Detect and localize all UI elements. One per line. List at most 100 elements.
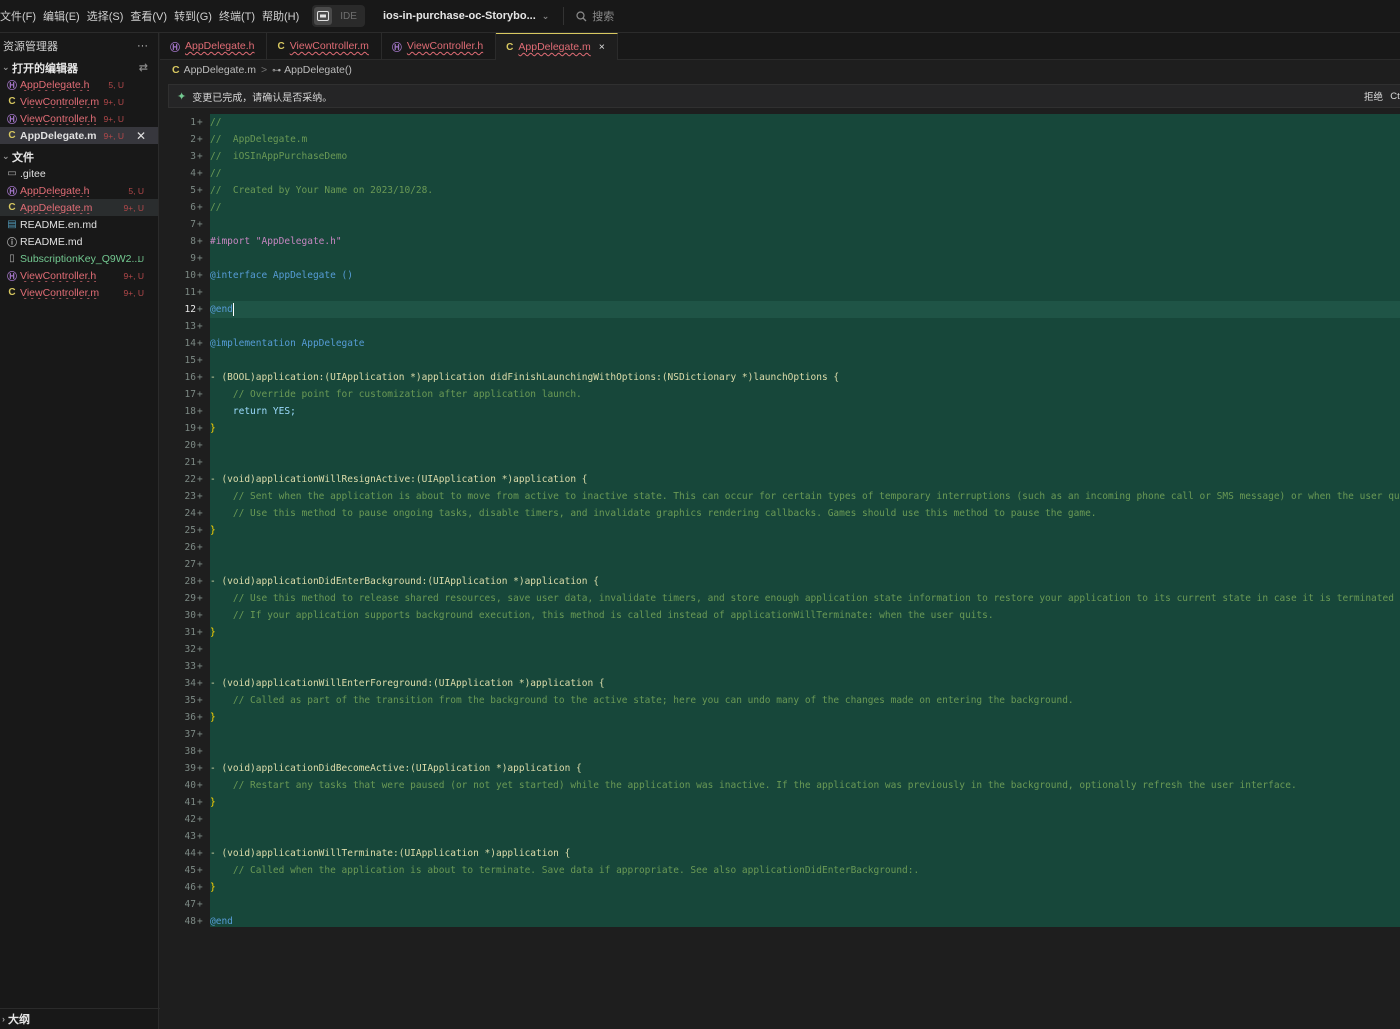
ide-mode-label[interactable]: IDE bbox=[334, 11, 365, 22]
code-line[interactable]: 10 + @interface AppDelegate () bbox=[160, 267, 1400, 284]
editor-mode-icon[interactable] bbox=[314, 7, 333, 25]
file-readme-en-md[interactable]: ▤ README.en.md bbox=[0, 216, 158, 233]
c-file-icon: C bbox=[172, 64, 180, 76]
tab-appdelegate-m[interactable]: C AppDelegate.m × bbox=[496, 33, 618, 60]
menu-terminal[interactable]: 终端(T) bbox=[219, 8, 262, 24]
diff-added-marker: + bbox=[197, 372, 203, 383]
project-switcher[interactable]: ios-in-purchase-oc-Storybo... ⌄ bbox=[383, 10, 549, 22]
code-text: } bbox=[210, 423, 216, 434]
code-line[interactable]: 17 + // Override point for customization … bbox=[160, 386, 1400, 403]
code-line[interactable]: 2 + // AppDelegate.m bbox=[160, 131, 1400, 148]
files-section[interactable]: ⌄ 文件 bbox=[0, 148, 158, 165]
file-appdelegate-h[interactable]: Ⓗ AppDelegate.h 5, U bbox=[0, 182, 158, 199]
tab-viewcontroller-h[interactable]: Ⓗ ViewController.h bbox=[382, 33, 497, 59]
code-line[interactable]: 21 + bbox=[160, 454, 1400, 471]
code-line[interactable]: 41 +} bbox=[160, 794, 1400, 811]
folder-gitee[interactable]: ▭ .gitee bbox=[0, 165, 158, 182]
menu-edit[interactable]: 编辑(E) bbox=[43, 8, 87, 24]
close-icon[interactable]: ✕ bbox=[136, 129, 146, 143]
menu-help[interactable]: 帮助(H) bbox=[262, 8, 306, 24]
file-readme-md[interactable]: ⓘ README.md bbox=[0, 233, 158, 250]
diff-added-marker: + bbox=[197, 219, 203, 230]
accept-button[interactable]: Ctrl bbox=[1390, 91, 1400, 102]
code-line[interactable]: 30 + // If your application supports back… bbox=[160, 607, 1400, 624]
code-line[interactable]: 26 + bbox=[160, 539, 1400, 556]
more-actions-icon[interactable]: ··· bbox=[137, 40, 148, 52]
code-line[interactable]: 19 +} bbox=[160, 420, 1400, 437]
breadcrumb-file[interactable]: AppDelegate.m bbox=[184, 64, 256, 76]
menu-select[interactable]: 选择(S) bbox=[87, 8, 131, 24]
code-line[interactable]: 43 + bbox=[160, 828, 1400, 845]
code-line[interactable]: 40 + // Restart any tasks that were pause… bbox=[160, 777, 1400, 794]
diff-added-marker: + bbox=[197, 270, 203, 281]
code-text: #import "AppDelegate.h" bbox=[210, 236, 342, 247]
code-line[interactable]: 13 + bbox=[160, 318, 1400, 335]
code-line[interactable]: 45 + // Called when the application is ab… bbox=[160, 862, 1400, 879]
code-line[interactable]: 14 + @implementation AppDelegate bbox=[160, 335, 1400, 352]
problem-badge: 5, U bbox=[108, 79, 124, 90]
code-line[interactable]: 35 + // Called as part of the transition … bbox=[160, 692, 1400, 709]
code-line[interactable]: 24 + // Use this method to pause ongoing … bbox=[160, 505, 1400, 522]
open-editor-viewcontroller-m[interactable]: C ViewController.m 9+, U bbox=[0, 93, 158, 110]
code-line[interactable]: 5 + // Created by Your Name on 2023/10/28. bbox=[160, 182, 1400, 199]
code-line[interactable]: 37 + bbox=[160, 726, 1400, 743]
toggle-icon[interactable]: ⇄ bbox=[139, 61, 148, 74]
code-line[interactable]: 3 + // iOSInAppPurchaseDemo bbox=[160, 148, 1400, 165]
close-icon[interactable]: × bbox=[599, 41, 605, 53]
code-editor[interactable]: 1 +//2 +// AppDelegate.m 3 +// iOSInAppPurch… bbox=[160, 112, 1400, 1029]
code-text: // bbox=[210, 117, 222, 128]
code-line[interactable]: 48 + @end bbox=[160, 913, 1400, 930]
code-line[interactable]: 34 + - (void)applicationWillEnterForegroun… bbox=[160, 675, 1400, 692]
code-line[interactable]: 28 + - (void)applicationDidEnterBackground… bbox=[160, 573, 1400, 590]
outline-section[interactable]: › 大纲 bbox=[0, 1008, 160, 1029]
menu-goto[interactable]: 转到(G) bbox=[174, 8, 219, 24]
code-line[interactable]: 1 + // bbox=[160, 114, 1400, 131]
file-appdelegate-m[interactable]: C AppDelegate.m 9+, U bbox=[0, 199, 158, 216]
tab-appdelegate-h[interactable]: Ⓗ AppDelegate.h bbox=[160, 33, 268, 59]
menu-file[interactable]: 文件(F) bbox=[0, 8, 43, 24]
code-line[interactable]: 20 + bbox=[160, 437, 1400, 454]
code-line[interactable]: 23 + // Sent when the application is abou… bbox=[160, 488, 1400, 505]
open-editor-viewcontroller-h[interactable]: Ⓗ ViewController.h 9+, U bbox=[0, 110, 158, 127]
code-line[interactable]: 25 +} bbox=[160, 522, 1400, 539]
code-line[interactable]: 27 + bbox=[160, 556, 1400, 573]
open-editors-section[interactable]: ⌄ 打开的编辑器 ⇄ bbox=[0, 59, 158, 76]
header-file-icon: Ⓗ bbox=[7, 81, 17, 92]
code-line[interactable]: 47 + bbox=[160, 896, 1400, 913]
file-subscription-key[interactable]: ▯ SubscriptionKey_Q9W2... U bbox=[0, 250, 158, 267]
code-line[interactable]: 15 + bbox=[160, 352, 1400, 369]
code-line[interactable]: 8 + #import "AppDelegate.h" bbox=[160, 233, 1400, 250]
tab-viewcontroller-m[interactable]: C ViewController.m bbox=[267, 33, 382, 59]
code-text: // Use this method to release shared res… bbox=[210, 593, 1400, 604]
code-line[interactable]: 12 + @end bbox=[160, 301, 1400, 318]
open-editor-appdelegate-m[interactable]: C AppDelegate.m 9+, U ✕ bbox=[0, 127, 158, 144]
search-input[interactable]: 搜索 bbox=[563, 7, 614, 25]
ide-mode-toggle[interactable]: IDE bbox=[312, 5, 365, 27]
code-line[interactable]: 44 + - (void)applicationWillTerminate:(UIA… bbox=[160, 845, 1400, 862]
code-line[interactable]: 4 + // bbox=[160, 165, 1400, 182]
menu-view[interactable]: 查看(V) bbox=[130, 8, 174, 24]
code-line[interactable]: 16 + - (BOOL)application:(UIApplication *)… bbox=[160, 369, 1400, 386]
code-line[interactable]: 22 + - (void)applicationWillResignActive:(… bbox=[160, 471, 1400, 488]
file-viewcontroller-m[interactable]: C ViewController.m 9+, U bbox=[0, 284, 158, 301]
breadcrumb-symbol[interactable]: AppDelegate() bbox=[284, 64, 352, 76]
code-line[interactable]: 9 + bbox=[160, 250, 1400, 267]
code-line[interactable]: 36 +} bbox=[160, 709, 1400, 726]
code-line[interactable]: 33 + bbox=[160, 658, 1400, 675]
open-editor-appdelegate-h[interactable]: Ⓗ AppDelegate.h 5, U bbox=[0, 76, 158, 93]
code-line[interactable]: 32 + bbox=[160, 641, 1400, 658]
file-viewcontroller-h[interactable]: Ⓗ ViewController.h 9+, U bbox=[0, 267, 158, 284]
code-line[interactable]: 7 + bbox=[160, 216, 1400, 233]
problem-badge: 9+, U bbox=[103, 130, 124, 141]
code-line[interactable]: 38 + bbox=[160, 743, 1400, 760]
code-line[interactable]: 18 + return YES; bbox=[160, 403, 1400, 420]
reject-button[interactable]: 拒绝 bbox=[1364, 89, 1383, 103]
code-line[interactable]: 11 + bbox=[160, 284, 1400, 301]
code-line[interactable]: 39 + - (void)applicationDidBecomeActive:(U… bbox=[160, 760, 1400, 777]
code-line[interactable]: 46 +} bbox=[160, 879, 1400, 896]
code-line[interactable]: 29 + // Use this method to release shared… bbox=[160, 590, 1400, 607]
code-line[interactable]: 31 +} bbox=[160, 624, 1400, 641]
line-number: 45 bbox=[184, 865, 196, 876]
code-line[interactable]: 6 + // bbox=[160, 199, 1400, 216]
code-line[interactable]: 42 + bbox=[160, 811, 1400, 828]
